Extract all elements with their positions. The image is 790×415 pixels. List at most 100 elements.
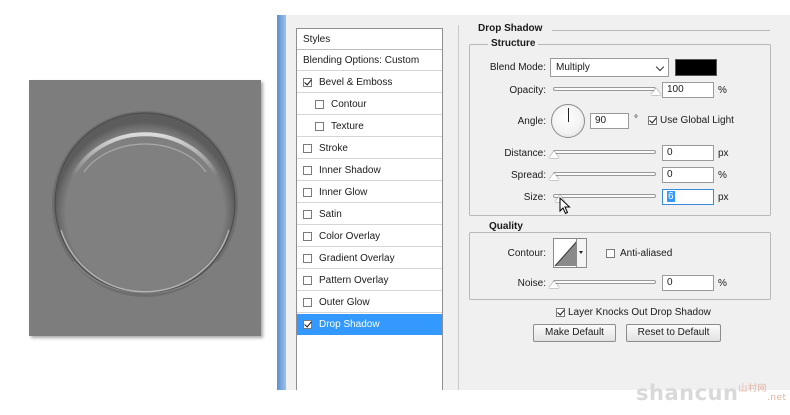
styles-item-checkbox[interactable] [303, 319, 312, 329]
styles-item-label: Satin [319, 208, 342, 220]
glass-button-preview [52, 111, 238, 297]
spread-slider[interactable] [553, 172, 656, 176]
layer-knocks-out-checkbox[interactable] [556, 308, 565, 317]
styles-item-label: Inner Glow [319, 186, 368, 198]
spread-unit: % [718, 170, 727, 181]
layer-knocks-out-row[interactable]: Layer Knocks Out Drop Shadow [556, 307, 711, 318]
styles-item-label: Bevel & Emboss [319, 76, 393, 88]
use-global-light-row[interactable]: Use Global Light [648, 115, 734, 126]
anti-aliased-label: Anti-aliased [620, 248, 673, 259]
styles-item-checkbox[interactable] [303, 253, 312, 263]
styles-item-label: Gradient Overlay [319, 252, 395, 264]
size-unit: px [718, 192, 729, 203]
styles-item-label: Pattern Overlay [319, 274, 389, 286]
styles-item-label: Color Overlay [319, 230, 381, 242]
blend-mode-value: Multiply [556, 62, 590, 73]
styles-list-empty-area [297, 353, 442, 390]
distance-label: Distance: [504, 148, 546, 159]
styles-item-checkbox[interactable] [315, 121, 324, 131]
noise-input[interactable]: 0 [662, 275, 714, 291]
watermark-cn: 山村网 [738, 384, 767, 394]
shadow-color-swatch[interactable] [675, 59, 717, 76]
styles-item-blending-options-custom[interactable]: Blending Options: Custom [297, 50, 442, 71]
use-global-light-checkbox[interactable] [648, 116, 657, 125]
contour-dropdown-arrow[interactable] [576, 239, 586, 267]
dialog-left-edge [277, 15, 286, 390]
contour-picker[interactable] [553, 238, 587, 268]
styles-item-checkbox[interactable] [303, 165, 312, 175]
styles-item-satin[interactable]: Satin [297, 204, 442, 225]
quality-group [469, 232, 771, 300]
styles-list: Styles Blending Options: Custom Bevel & E… [296, 28, 443, 390]
styles-item-pattern-overlay[interactable]: Pattern Overlay [297, 270, 442, 291]
use-global-light-label: Use Global Light [660, 115, 734, 126]
opacity-slider-thumb[interactable] [651, 88, 661, 95]
styles-item-texture[interactable]: Texture [297, 116, 442, 137]
panel-separator [458, 25, 459, 390]
styles-header-label: Styles [303, 33, 331, 45]
styles-item-label: Blending Options: Custom [303, 54, 420, 66]
opacity-input[interactable]: 100 [662, 82, 714, 98]
styles-item-checkbox[interactable] [303, 187, 312, 197]
spread-slider-thumb[interactable] [549, 173, 559, 180]
styles-item-inner-shadow[interactable]: Inner Shadow [297, 160, 442, 181]
blend-mode-label: Blend Mode: [489, 62, 546, 73]
distance-unit: px [718, 148, 729, 159]
anti-aliased-row[interactable]: Anti-aliased [606, 248, 672, 259]
opacity-slider[interactable] [553, 87, 656, 91]
styles-item-label: Contour [331, 98, 367, 110]
styles-item-gradient-overlay[interactable]: Gradient Overlay [297, 248, 442, 269]
styles-item-label: Texture [331, 120, 364, 132]
styles-item-checkbox[interactable] [303, 231, 312, 241]
anti-aliased-checkbox[interactable] [606, 249, 615, 258]
mouse-pointer-icon [559, 197, 571, 215]
blend-mode-select[interactable]: Multiply [550, 58, 669, 77]
styles-item-label: Inner Shadow [319, 164, 381, 176]
spread-label: Spread: [510, 170, 546, 181]
styles-item-checkbox[interactable] [303, 297, 312, 307]
drop-shadow-title-rule [552, 30, 770, 31]
opacity-unit: % [718, 85, 727, 96]
size-label: Size: [523, 192, 546, 203]
reset-to-default-button[interactable]: Reset to Default [626, 324, 721, 342]
styles-header[interactable]: Styles [297, 29, 442, 50]
styles-item-checkbox[interactable] [315, 99, 324, 109]
styles-item-label: Drop Shadow [319, 318, 380, 330]
noise-slider[interactable] [553, 280, 656, 284]
distance-slider[interactable] [553, 150, 656, 154]
watermark-logo: shancun山村网.net [636, 381, 787, 405]
make-default-button[interactable]: Make Default [533, 324, 616, 342]
styles-item-outer-glow[interactable]: Outer Glow [297, 292, 442, 313]
spread-input[interactable]: 0 [662, 167, 714, 183]
angle-unit: ° [634, 114, 638, 125]
quality-title: Quality [486, 221, 526, 232]
layer-knocks-out-label: Layer Knocks Out Drop Shadow [568, 307, 711, 318]
styles-item-stroke[interactable]: Stroke [297, 138, 442, 159]
angle-input[interactable]: 90 [590, 113, 629, 129]
styles-item-bevel-emboss[interactable]: Bevel & Emboss [297, 72, 442, 93]
watermark-net: .net [766, 393, 787, 403]
noise-slider-thumb[interactable] [549, 281, 559, 288]
watermark-text: shancun [636, 381, 739, 405]
distance-input[interactable]: 0 [662, 145, 714, 161]
styles-item-inner-glow[interactable]: Inner Glow [297, 182, 442, 203]
styles-item-checkbox[interactable] [303, 143, 312, 153]
styles-item-label: Outer Glow [319, 296, 370, 308]
linear-contour-icon [554, 239, 578, 267]
styles-item-contour[interactable]: Contour [297, 94, 442, 115]
styles-item-checkbox[interactable] [303, 77, 312, 87]
contour-label: Contour: [507, 248, 546, 259]
noise-label: Noise: [517, 278, 546, 289]
styles-item-checkbox[interactable] [303, 209, 312, 219]
styles-item-drop-shadow[interactable]: Drop Shadow [297, 314, 442, 335]
styles-item-checkbox[interactable] [303, 275, 312, 285]
size-input[interactable]: 6 [662, 189, 714, 205]
chevron-down-icon [655, 62, 665, 72]
size-input-value: 6 [667, 191, 675, 202]
effect-preview [29, 80, 261, 336]
angle-label: Angle: [517, 116, 546, 127]
styles-item-color-overlay[interactable]: Color Overlay [297, 226, 442, 247]
angle-dial[interactable] [551, 104, 585, 138]
distance-slider-thumb[interactable] [549, 151, 559, 158]
drop-shadow-title: Drop Shadow [478, 23, 543, 34]
